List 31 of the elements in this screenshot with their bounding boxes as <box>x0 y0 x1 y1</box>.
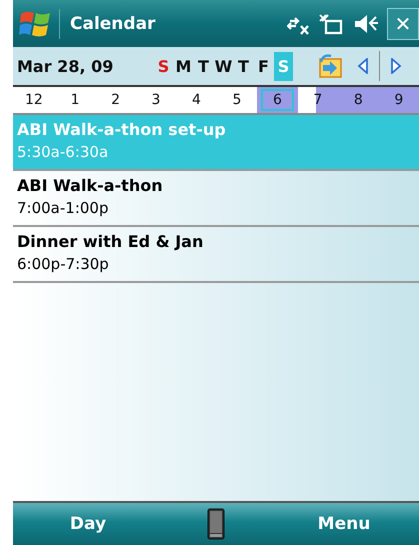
appointment-title: ABI Walk-a-thon set-up <box>17 119 227 141</box>
appointment-time: 6:00p-7:30p <box>17 254 110 275</box>
hour-label[interactable]: 3 <box>140 89 172 111</box>
hour-label[interactable]: 2 <box>99 89 132 111</box>
appointment-title: ABI Walk-a-thon <box>17 175 164 197</box>
appointment-time: 5:30a-6:30a <box>17 142 110 163</box>
close-button[interactable]: ✕ <box>387 8 419 40</box>
hour-label[interactable]: 12 <box>13 89 55 111</box>
hour-label[interactable]: 1 <box>58 89 92 111</box>
next-icon[interactable] <box>390 58 402 74</box>
weekday-tab[interactable]: M <box>174 52 193 80</box>
weekday-tab[interactable]: T <box>194 52 213 80</box>
date-label: Mar 28, 09 <box>17 56 114 76</box>
appointment-item[interactable]: ABI Walk-a-thon 7:00a-1:00p <box>13 171 419 227</box>
hour-label[interactable]: 4 <box>180 89 213 111</box>
hour-label[interactable]: 6 <box>260 89 294 111</box>
weekday-tab[interactable]: S <box>154 52 173 80</box>
day-softkey[interactable]: Day <box>13 513 163 535</box>
speaker-icon[interactable] <box>353 12 379 34</box>
weekday-tab[interactable]: W <box>214 52 233 80</box>
appointment-title: Dinner with Ed & Jan <box>17 231 204 253</box>
window-title: Calendar <box>70 14 156 34</box>
phone-off-icon[interactable] <box>319 12 345 34</box>
hour-label[interactable]: 5 <box>220 89 254 111</box>
menu-softkey[interactable]: Menu <box>269 513 419 535</box>
appointment-item[interactable]: Dinner with Ed & Jan 6:00p-7:30p <box>13 227 419 283</box>
windows-flag-icon[interactable] <box>19 8 60 38</box>
appointment-time: 7:00a-1:00p <box>17 198 110 219</box>
weekday-tab[interactable]: F <box>254 52 273 80</box>
previous-icon[interactable] <box>357 58 369 74</box>
weekday-tab[interactable]: T <box>234 52 253 80</box>
